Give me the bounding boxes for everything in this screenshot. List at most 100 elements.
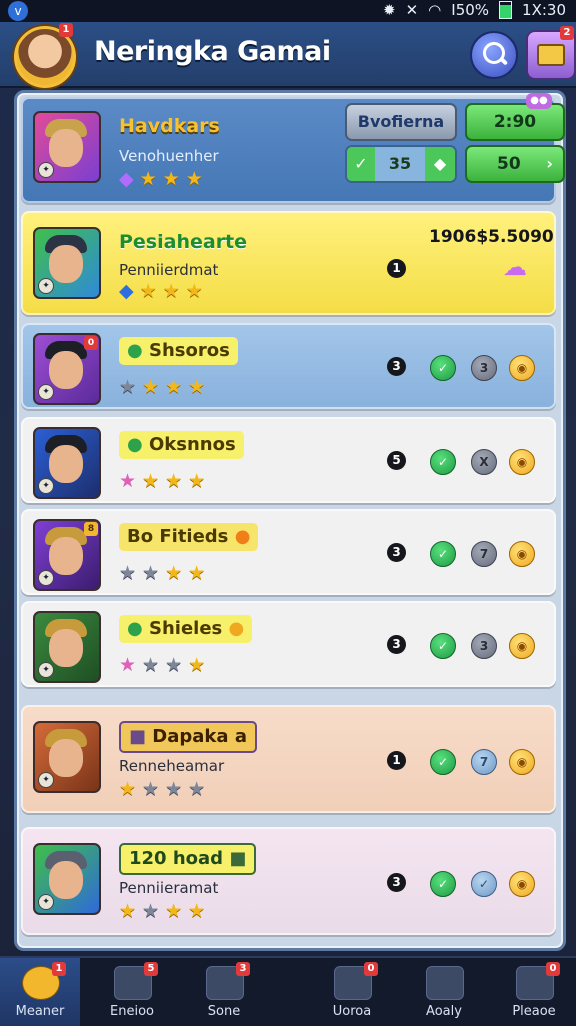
tab-badge: 0: [546, 962, 560, 976]
tab-label: Eneioo: [110, 1004, 154, 1019]
coin-icon[interactable]: ◉: [509, 541, 535, 567]
coin-icon[interactable]: ◉: [509, 355, 535, 381]
app-notification-icon: v: [8, 1, 28, 21]
check-icon[interactable]: ✓: [430, 541, 456, 567]
mode-button[interactable]: Bvofierna: [345, 103, 457, 141]
tab-badge: 0: [364, 962, 378, 976]
avatar-face: [49, 739, 83, 777]
gem-add-icon[interactable]: ◆: [425, 147, 455, 181]
star-icon: ★: [119, 470, 137, 492]
tab-shop[interactable]: 5 Eneioo: [92, 958, 172, 1026]
coin-icon[interactable]: ◉: [509, 871, 535, 897]
row-name-tag: ● Shieles ●: [119, 615, 253, 643]
avatar-badge: 1: [59, 23, 73, 37]
row-rank: 3: [387, 635, 406, 654]
wifi-icon: ◠: [428, 1, 442, 19]
row-rank: 3: [387, 873, 406, 892]
star-icon: ★: [142, 778, 160, 800]
current-player-avatar[interactable]: ✦: [33, 111, 101, 183]
lock-icon[interactable]: ✓: [471, 871, 497, 897]
row-stars: ★ ★ ★ ★: [119, 377, 205, 397]
row-name: Shsoros: [149, 340, 230, 361]
currency-stepper[interactable]: ✓ 35 ◆: [345, 145, 457, 183]
avatar-level: ✦: [38, 570, 54, 586]
bottom-nav: 1 Meaner 5 Eneioo 3 Sone 0 Uoroa Aoaly 0…: [0, 956, 576, 1026]
row-subtitle: Renneheamar: [119, 757, 225, 775]
star-icon: ★: [162, 280, 180, 302]
leaf-icon: ●: [127, 618, 143, 639]
avatar-level: ✦: [38, 384, 54, 400]
row-avatar: ✦ 0: [33, 333, 101, 405]
avatar-face: [49, 245, 83, 283]
coin-icon[interactable]: ◉: [509, 449, 535, 475]
leaderboard-row[interactable]: ✦ 8 Bo Fitieds ● ★ ★ ★ ★ 3 ✓ 7 ◉: [21, 509, 556, 595]
check-icon[interactable]: ✓: [430, 633, 456, 659]
row-rank: 1: [387, 259, 406, 278]
avatar-face: [49, 861, 83, 899]
timer-button[interactable]: 2:90: [465, 103, 565, 141]
coin-icon[interactable]: ◉: [509, 633, 535, 659]
coin-icon[interactable]: ◉: [509, 749, 535, 775]
leaderboard-row[interactable]: ✦ ● Oksnnos ★ ★ ★ ★ 5 ✓ X ◉: [21, 417, 556, 503]
star-icon: ★: [139, 280, 157, 302]
currency-value: 35: [388, 154, 412, 173]
star-icon: ★: [188, 562, 206, 584]
leaderboard-row[interactable]: ✦ 120 hoad ■ Penniieramat ★ ★ ★ ★ 3 ✓ ✓ …: [21, 827, 556, 935]
check-icon[interactable]: ✓: [347, 147, 375, 181]
check-icon[interactable]: ✓: [430, 355, 456, 381]
tab-label: Sone: [207, 1004, 241, 1019]
check-icon[interactable]: ✓: [430, 871, 456, 897]
star-icon: ★: [188, 900, 206, 922]
star-icon: ★: [188, 470, 206, 492]
star-icon: ★: [142, 562, 160, 584]
leaderboard-row[interactable]: ✦ ■ Dapaka a Renneheamar ★ ★ ★ ★ 1 ✓ 7 ◉: [21, 705, 556, 813]
tab-folder[interactable]: 0 Uoroa: [312, 958, 392, 1026]
row-rank: 1: [387, 751, 406, 770]
lock-icon[interactable]: 7: [471, 541, 497, 567]
player-avatar[interactable]: 1: [14, 23, 76, 88]
lock-icon[interactable]: X: [471, 449, 497, 475]
lock-icon[interactable]: 7: [471, 749, 497, 775]
row-avatar: ✦: [33, 721, 101, 793]
row-name: Pesiahearte: [119, 231, 248, 253]
star-icon: ★: [119, 562, 137, 584]
tab-chat[interactable]: 1 Meaner: [0, 958, 80, 1026]
chevron-right-icon: ›: [546, 154, 553, 173]
bubble-icon[interactable]: ☁: [503, 253, 527, 281]
check-icon[interactable]: ✓: [430, 449, 456, 475]
tab-label: Uoroa: [332, 1004, 372, 1019]
tab-label: Aoaly: [426, 1004, 462, 1019]
avatar-level: ✦: [38, 478, 54, 494]
row-avatar: ✦: [33, 227, 101, 299]
row-name-tag: Bo Fitieds ●: [119, 523, 259, 551]
corner-badge: ●●: [526, 93, 552, 109]
leaderboard-row[interactable]: ✦ 0 ● Shsoros ★ ★ ★ ★ 3 ✓ 3 ◉: [21, 323, 556, 409]
tab-inbox[interactable]: 3 Sone: [184, 958, 264, 1026]
star-icon: ★: [165, 778, 183, 800]
star-icon: ★: [165, 470, 183, 492]
avatar-level: ✦: [38, 894, 54, 910]
row-avatar: ✦: [33, 843, 101, 915]
check-icon[interactable]: ✓: [430, 749, 456, 775]
star-icon: ★: [119, 654, 137, 676]
tab-label: Pleaoe: [512, 1004, 556, 1019]
leaderboard-row[interactable]: ✦ Pesiahearte Penniierdmat ◆ ★ ★ ★ 1 190…: [21, 211, 556, 315]
clock: 1X:30: [522, 1, 566, 19]
search-button[interactable]: [470, 31, 518, 79]
tab-settings[interactable]: 0 Pleaoe: [494, 958, 574, 1026]
leaderboard-row[interactable]: ✦ ● Shieles ● ★ ★ ★ ★ 3 ✓ 3 ◉: [21, 601, 556, 687]
star-icon: ★: [139, 168, 157, 190]
row-tag-suffix: a: [234, 726, 247, 747]
coins-button[interactable]: 50 ›: [465, 145, 565, 183]
lock-icon[interactable]: 3: [471, 355, 497, 381]
avatar-face: [49, 445, 83, 483]
row-stars: ★ ★ ★ ★: [119, 471, 205, 491]
avatar-face: [49, 629, 83, 667]
tab-profile[interactable]: Aoaly: [404, 958, 484, 1026]
page-title: Neringka Gamai: [94, 36, 331, 67]
tab-badge: 1: [52, 962, 66, 976]
lock-icon[interactable]: 3: [471, 633, 497, 659]
chest-button[interactable]: 2: [526, 26, 576, 80]
star-icon: ★: [165, 562, 183, 584]
tab-badge: 3: [236, 962, 250, 976]
